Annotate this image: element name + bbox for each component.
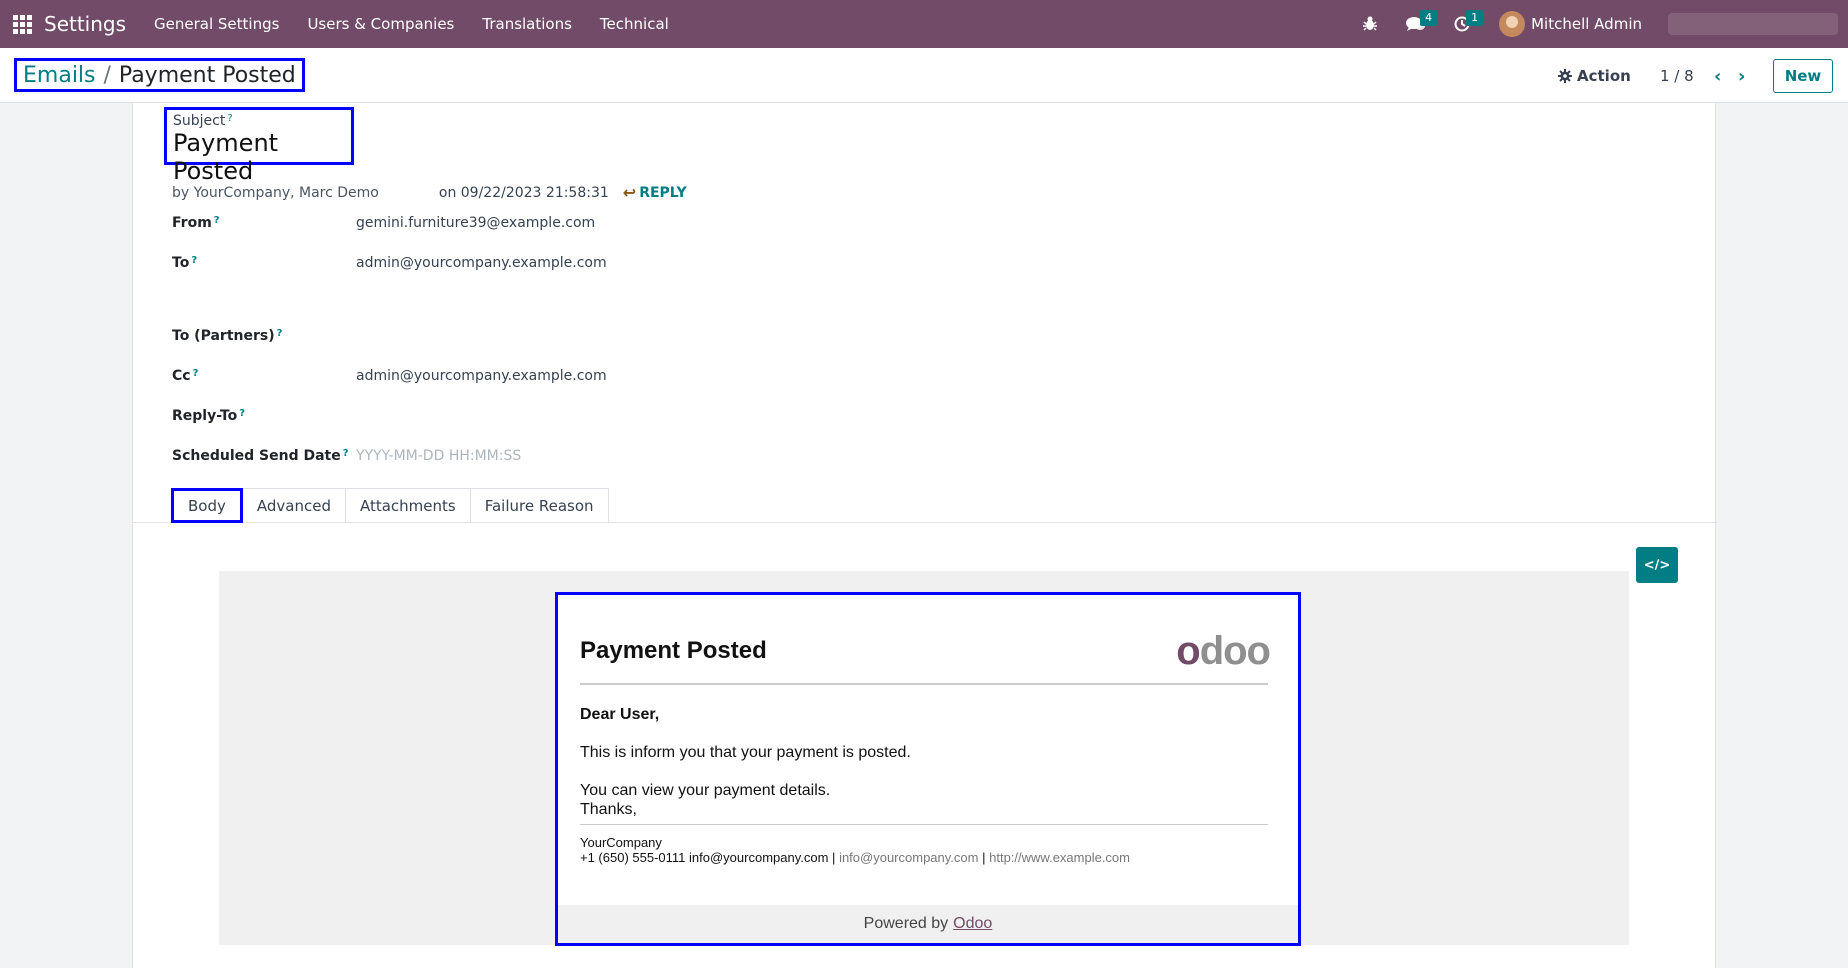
subject-value[interactable]: Payment Posted (173, 129, 345, 185)
pager: 1 / 8 ‹ › (1660, 62, 1754, 90)
control-panel: Emails / Payment Posted Action 1 / 8 ‹ ›… (0, 48, 1848, 103)
email-line: Thanks, (580, 801, 637, 818)
from-label-row: From? (172, 215, 356, 231)
email-byline: by YourCompany, Marc Demo on 09/22/2023 … (172, 183, 687, 202)
activities-clock-icon[interactable]: 1 (1445, 0, 1484, 48)
tab-body[interactable]: Body (171, 488, 243, 523)
field-scheduled-date: Scheduled Send Date? YYYY-MM-DD HH:MM:SS (172, 444, 521, 468)
tab-attachments[interactable]: Attachments (345, 488, 471, 523)
field-to: To? admin@yourcompany.example.com (172, 251, 607, 275)
scheduled-date-input[interactable]: YYYY-MM-DD HH:MM:SS (356, 448, 521, 464)
sent-date: on 09/22/2023 21:58:31 (438, 184, 609, 201)
reply-to-label: Reply-To (172, 408, 238, 424)
to-value[interactable]: admin@yourcompany.example.com (356, 255, 607, 271)
activities-badge: 1 (1466, 10, 1484, 26)
field-cc: Cc? admin@yourcompany.example.com (172, 364, 607, 388)
from-value[interactable]: gemini.furniture39@example.com (356, 215, 595, 231)
field-reply-to: Reply-To? (172, 404, 756, 428)
pager-previous-icon[interactable]: ‹ (1706, 62, 1730, 90)
email-preview: Payment Posted odoo Dear User, This is i… (555, 592, 1301, 946)
new-button[interactable]: New (1773, 59, 1833, 93)
action-label: Action (1577, 67, 1631, 85)
separator: | (832, 850, 836, 865)
scheduled-label: Scheduled Send Date (172, 448, 341, 464)
to-label: To (172, 255, 190, 271)
divider (580, 824, 1268, 825)
pager-next-icon[interactable]: › (1730, 62, 1754, 90)
messages-badge: 4 (1420, 10, 1438, 26)
divider (580, 683, 1268, 685)
action-menu-button[interactable]: Action (1558, 62, 1631, 90)
messages-chat-icon[interactable]: 4 (1399, 0, 1438, 48)
separator: | (982, 850, 986, 865)
odoo-link[interactable]: Odoo (953, 915, 992, 933)
reply-label: REPLY (639, 184, 687, 201)
cc-value[interactable]: admin@yourcompany.example.com (356, 368, 607, 384)
author: by YourCompany, Marc Demo (172, 184, 379, 201)
help-icon[interactable]: ? (227, 113, 232, 124)
reply-icon: ↩ (622, 183, 637, 202)
breadcrumb: Emails / Payment Posted (14, 58, 305, 92)
odoo-logo: odoo (1176, 629, 1271, 674)
notebook-tabs: Body Advanced Attachments Failure Reason (171, 488, 609, 523)
code-view-button[interactable]: </> (1636, 547, 1678, 583)
logo-first-letter: o (1176, 629, 1200, 673)
help-icon[interactable]: ? (214, 215, 220, 226)
breadcrumb-current: Payment Posted (118, 62, 296, 88)
avatar (1499, 11, 1526, 37)
powered-by-label: Powered by (863, 915, 949, 932)
email-signature: YourCompany +1 (650) 555-0111 info@yourc… (580, 835, 1130, 865)
help-icon[interactable]: ? (239, 408, 245, 419)
logo-rest: doo (1199, 629, 1271, 673)
nav-general-settings[interactable]: General Settings (154, 15, 279, 33)
reply-to-label-row: Reply-To? (172, 408, 356, 424)
field-from: From? gemini.furniture39@example.com (172, 211, 595, 235)
cc-label: Cc (172, 368, 191, 384)
to-partners-label-row: To (Partners)? (172, 328, 356, 344)
reply-button[interactable]: ↩ REPLY (623, 183, 687, 202)
powered-by-footer: Powered by Odoo (558, 905, 1298, 943)
cc-label-row: Cc? (172, 368, 356, 384)
to-label-row: To? (172, 255, 356, 271)
user-name: Mitchell Admin (1531, 15, 1642, 33)
subject-field: Subject? Payment Posted (164, 107, 354, 185)
email-title: Payment Posted (580, 637, 767, 664)
field-to-partners: To (Partners)? (172, 324, 756, 348)
tab-advanced[interactable]: Advanced (242, 488, 346, 523)
to-partners-label: To (Partners) (172, 328, 275, 344)
debug-bug-icon[interactable] (1353, 0, 1387, 48)
help-icon[interactable]: ? (193, 368, 199, 379)
pager-value[interactable]: 1 / 8 (1660, 67, 1694, 85)
apps-menu-icon[interactable] (0, 0, 44, 48)
user-menu[interactable]: Mitchell Admin (1499, 11, 1642, 37)
company-phone-email: +1 (650) 555-0111 info@yourcompany.com (580, 850, 829, 865)
tab-failure-reason[interactable]: Failure Reason (470, 488, 609, 523)
breadcrumb-separator: / (103, 62, 111, 88)
help-icon[interactable]: ? (343, 448, 349, 459)
app-title[interactable]: Settings (44, 12, 126, 36)
subject-label: Subject (173, 113, 226, 129)
nav-technical[interactable]: Technical (600, 15, 669, 33)
subject-label-row: Subject? (173, 113, 345, 129)
form-sheet: Subject? Payment Posted by YourCompany, … (132, 103, 1717, 968)
scheduled-label-row: Scheduled Send Date? (172, 448, 356, 464)
help-icon[interactable]: ? (277, 328, 283, 339)
email-line: This is inform you that your payment is … (580, 744, 911, 761)
top-navbar: Settings General Settings Users & Compan… (0, 0, 1848, 48)
email-body-text: Dear User, This is inform you that your … (580, 705, 911, 819)
help-icon[interactable]: ? (191, 255, 197, 266)
company-email-link[interactable]: info@yourcompany.com (839, 850, 978, 865)
nav-translations[interactable]: Translations (482, 15, 572, 33)
reply-to-value[interactable] (356, 406, 756, 426)
to-partners-value[interactable] (356, 326, 756, 346)
company-name: YourCompany (580, 835, 662, 850)
email-line: You can view your payment details. (580, 782, 831, 799)
nav-users-companies[interactable]: Users & Companies (307, 15, 454, 33)
email-greeting: Dear User, (580, 706, 660, 723)
database-name-redacted (1668, 13, 1838, 35)
gear-icon (1558, 69, 1572, 83)
breadcrumb-emails-link[interactable]: Emails (23, 63, 96, 88)
company-website-link[interactable]: http://www.example.com (989, 850, 1130, 865)
from-label: From (172, 215, 212, 231)
